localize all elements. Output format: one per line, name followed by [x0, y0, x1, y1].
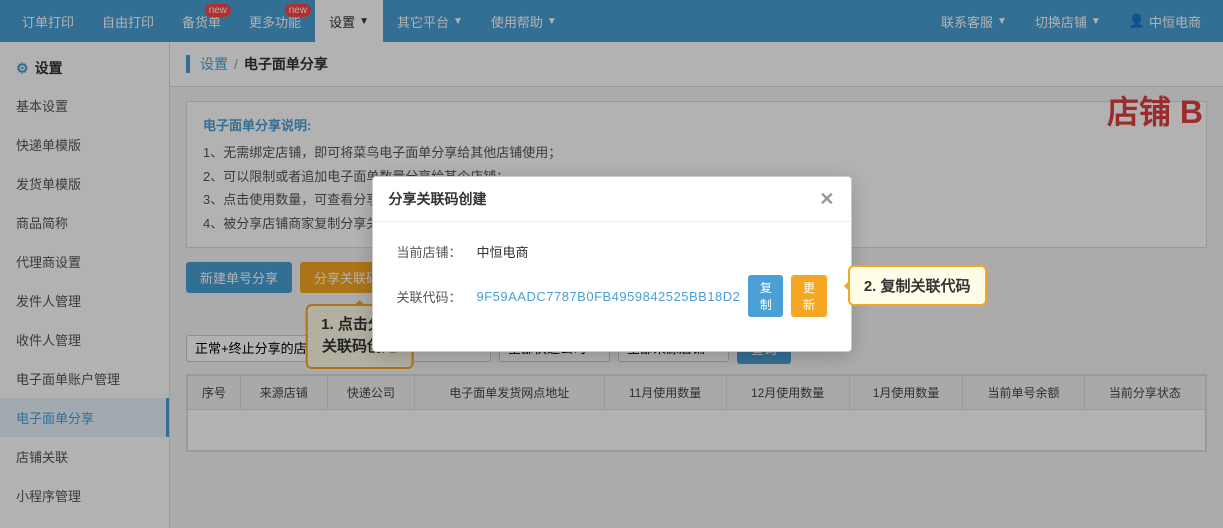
modal-overlay: 分享关联码创建 ✕ 当前店铺： 中恒电商 关联代码： 9F59AADC7787B… — [0, 0, 1223, 528]
copy-button[interactable]: 复制 — [748, 275, 783, 317]
code-value: 9F59AADC7787B0FB4959842525BB18D2 — [477, 289, 741, 304]
modal-body: 当前店铺： 中恒电商 关联代码： 9F59AADC7787B0FB4959842… — [373, 222, 851, 351]
code-label: 关联代码： — [397, 287, 477, 306]
current-shop-label: 当前店铺： — [397, 242, 477, 261]
update-button[interactable]: 更新 — [791, 275, 826, 317]
current-shop-row: 当前店铺： 中恒电商 — [397, 242, 827, 261]
code-value-group: 9F59AADC7787B0FB4959842525BB18D2 复制 更新 — [477, 275, 827, 317]
current-shop-value: 中恒电商 — [477, 242, 529, 261]
modal-header: 分享关联码创建 ✕ — [373, 177, 851, 222]
modal-title: 分享关联码创建 — [389, 189, 487, 209]
tooltip-2: 2. 复制关联代码 — [848, 265, 987, 306]
tooltip2-arrow — [838, 280, 850, 292]
code-row: 关联代码： 9F59AADC7787B0FB4959842525BB18D2 复… — [397, 275, 827, 317]
close-icon[interactable]: ✕ — [819, 190, 834, 208]
share-code-modal: 分享关联码创建 ✕ 当前店铺： 中恒电商 关联代码： 9F59AADC7787B… — [372, 176, 852, 352]
